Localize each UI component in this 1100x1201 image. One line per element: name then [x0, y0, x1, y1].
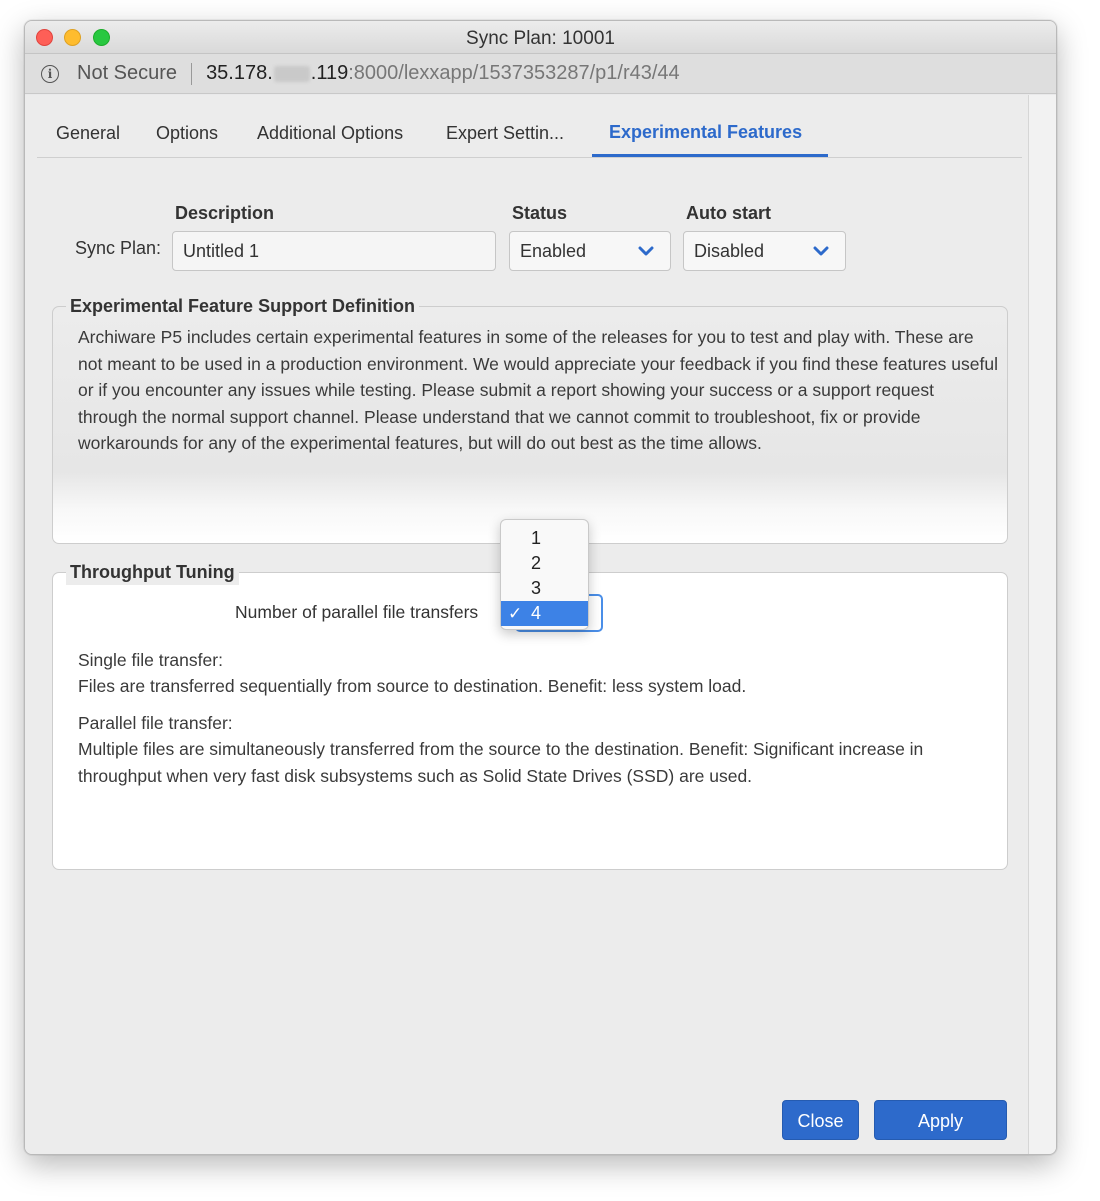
url-redacted-segment	[273, 65, 310, 82]
tab-options[interactable]: Options	[156, 123, 218, 144]
info-icon[interactable]: i	[41, 64, 59, 83]
throughput-legend: Throughput Tuning	[66, 559, 239, 585]
tab-general[interactable]: General	[56, 123, 120, 144]
description-input[interactable]: Untitled 1	[172, 231, 496, 271]
description-header: Description	[175, 203, 275, 223]
autostart-select[interactable]: Disabled	[683, 231, 846, 271]
scrollbar-track[interactable]	[1028, 95, 1056, 1154]
parallel-transfers-dropdown: 1 2 3 ✓ 4	[500, 519, 589, 630]
address-divider	[191, 62, 193, 85]
tab-additional-options[interactable]: Additional Options	[257, 123, 403, 144]
active-tab-indicator	[592, 154, 828, 157]
single-transfer-desc: Files are transferred sequentially from …	[78, 676, 747, 696]
option-label: 4	[531, 603, 542, 623]
close-button[interactable]: Close	[782, 1100, 859, 1140]
parallel-transfers-label: Number of parallel file transfers	[235, 602, 479, 622]
url-path: :8000/lexxapp/1537353287/p1/r43/44	[348, 62, 680, 84]
definition-text: Archiware P5 includes certain experiment…	[78, 327, 998, 454]
window-title: Sync Plan: 10001	[466, 28, 615, 49]
chevron-down-icon	[638, 246, 654, 256]
tab-experimental-features[interactable]: Experimental Features	[609, 122, 802, 143]
url-host-end: .119	[310, 62, 349, 84]
tab-bar: General Options Additional Options Exper…	[37, 95, 1022, 158]
autostart-header: Auto start	[686, 203, 771, 223]
option-label: 1	[531, 528, 542, 548]
parallel-transfer-title: Parallel file transfer:	[78, 713, 233, 733]
option-label: 2	[531, 553, 542, 573]
definition-legend: Experimental Feature Support Definition	[66, 293, 420, 319]
dropdown-option-4[interactable]: ✓ 4	[501, 601, 588, 626]
status-header: Status	[512, 203, 568, 223]
dropdown-option-3[interactable]: 3	[501, 576, 588, 601]
title-bar: Sync Plan: 10001	[25, 21, 1056, 54]
status-value: Enabled	[520, 241, 587, 261]
dialog-window: Sync Plan: 10001 i Not Secure 35.178. .1…	[24, 20, 1057, 1155]
dropdown-option-1[interactable]: 1	[501, 526, 588, 551]
security-status: Not Secure	[77, 62, 178, 84]
dropdown-option-2[interactable]: 2	[501, 551, 588, 576]
parallel-transfer-desc: Multiple files are simultaneously transf…	[78, 739, 924, 786]
status-select[interactable]: Enabled	[509, 231, 671, 271]
checkmark-icon: ✓	[508, 604, 523, 623]
tab-expert-settings[interactable]: Expert Settin...	[446, 123, 564, 144]
address-bar[interactable]: i Not Secure 35.178. .119 :8000/lexxapp/…	[25, 54, 1056, 94]
single-transfer-title: Single file transfer:	[78, 650, 223, 670]
url-host-start: 35.178.	[206, 62, 273, 84]
dialog-content: General Options Additional Options Exper…	[25, 95, 1029, 1154]
sync-plan-label: Sync Plan:	[75, 238, 162, 258]
autostart-value: Disabled	[694, 241, 765, 261]
definition-fieldset: Experimental Feature Support Definition …	[52, 293, 1008, 544]
option-label: 3	[531, 578, 542, 598]
chevron-down-icon	[813, 246, 829, 256]
apply-button[interactable]: Apply	[874, 1100, 1007, 1140]
